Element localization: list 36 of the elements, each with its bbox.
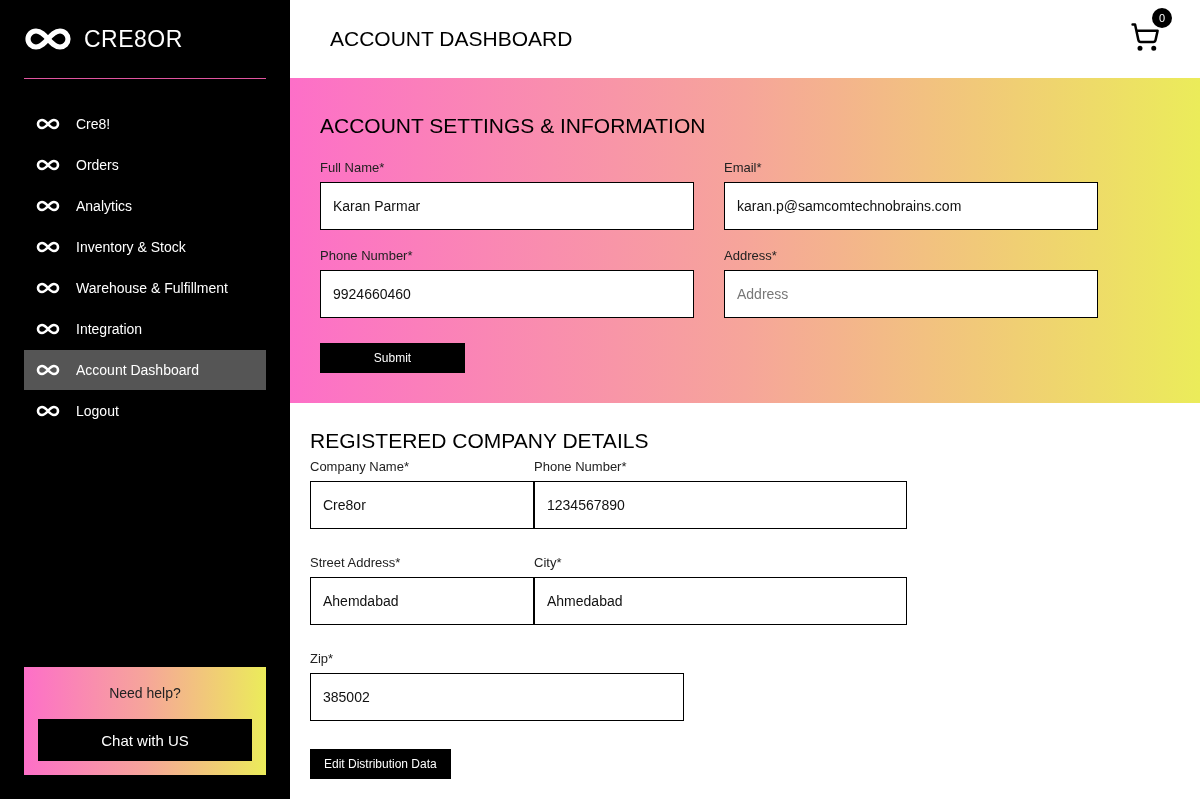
section-title: ACCOUNT SETTINGS & INFORMATION (320, 114, 707, 138)
field-label: Email* (724, 160, 763, 175)
input-field[interactable]: 385002 (310, 673, 684, 721)
nav-item[interactable]: Analytics (24, 186, 266, 226)
field-label: Address* (724, 248, 778, 263)
input-field[interactable]: 9924660460 (320, 270, 694, 318)
field-label: Company Name* (310, 459, 410, 474)
nav-item[interactable]: Orders (24, 145, 266, 185)
field-label: Phone Number* (534, 459, 628, 474)
nav-item[interactable]: Logout (24, 391, 266, 431)
input-field[interactable]: Ahemdabad (310, 577, 534, 625)
field-label: Full Name* (320, 160, 386, 175)
help-title: Need help? (109, 685, 181, 701)
cart-count-badge: 0 (1152, 8, 1172, 28)
nav-item[interactable]: Account Dashboard (24, 350, 266, 390)
input-field[interactable]: Address (724, 270, 1098, 318)
nav-item[interactable]: Cre8! (24, 104, 266, 144)
field-label: Street Address* (310, 555, 402, 570)
nav-item[interactable]: Warehouse & Fulfillment (24, 268, 266, 308)
input-field[interactable]: Karan Parmar (320, 182, 694, 230)
cart-icon[interactable] (1130, 22, 1160, 52)
field-label: City* (534, 555, 563, 570)
edit-distribution-button[interactable]: Edit Distribution Data (310, 749, 451, 779)
section-title: REGISTERED COMPANY DETAILS (310, 429, 650, 453)
submit-button[interactable]: Submit (320, 343, 465, 373)
field-label: Phone Number* (320, 248, 414, 263)
field-label: Zip* (310, 651, 335, 666)
chat-button[interactable]: Chat with US (38, 719, 252, 761)
nav-item[interactable]: Integration (24, 309, 266, 349)
input-field[interactable]: 1234567890 (534, 481, 907, 529)
brand-name: CRE8OR (84, 25, 183, 53)
input-field[interactable]: karan.p@samcomtechnobrains.com (724, 182, 1098, 230)
input-field[interactable]: Cre8or (310, 481, 534, 529)
page-title: ACCOUNT DASHBOARD (330, 27, 573, 51)
input-field[interactable]: Ahmedabad (534, 577, 907, 625)
nav-item[interactable]: Inventory & Stock (24, 227, 266, 267)
